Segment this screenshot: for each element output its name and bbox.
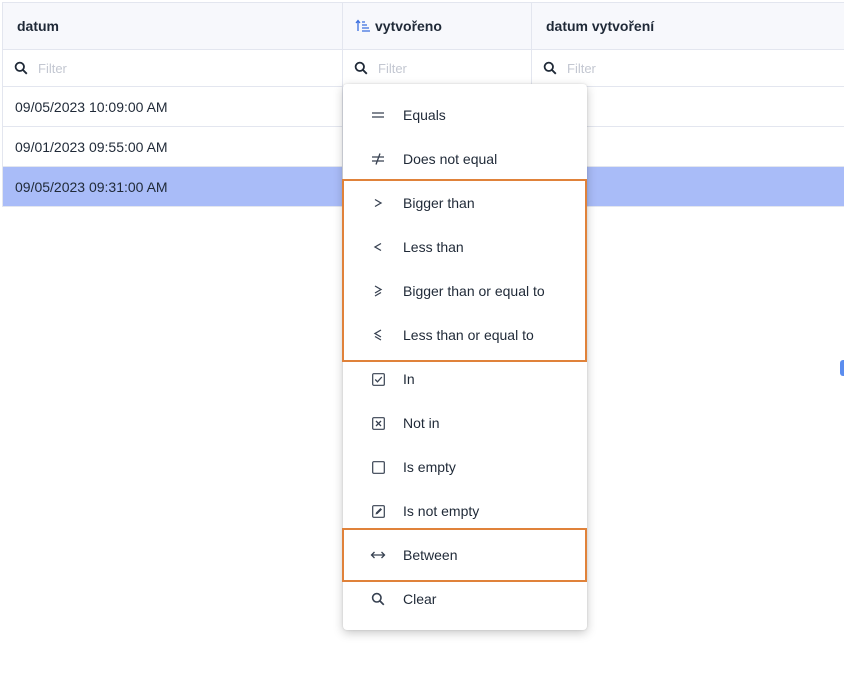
menu-item-label: Less than or equal to bbox=[403, 327, 534, 343]
column-header-label: vytvořeno bbox=[375, 18, 442, 34]
menu-item-between[interactable]: Between bbox=[343, 533, 587, 577]
filter-operator-menu: Equals Does not equal Bigger than Less t… bbox=[343, 84, 587, 630]
menu-item-bigger-than[interactable]: Bigger than bbox=[343, 181, 587, 225]
menu-item-label: In bbox=[403, 371, 415, 387]
column-header-datum-vytvoreni[interactable]: datum vytvoření bbox=[532, 3, 844, 49]
search-icon bbox=[370, 591, 386, 607]
cell-datum: 09/01/2023 09:55:00 AM bbox=[3, 127, 343, 166]
column-header-label: datum bbox=[17, 18, 59, 34]
column-header-label: datum vytvoření bbox=[546, 18, 655, 34]
search-icon[interactable] bbox=[542, 60, 558, 76]
less-or-equal-icon bbox=[370, 327, 386, 343]
menu-item-is-not-empty[interactable]: Is not empty bbox=[343, 489, 587, 533]
equals-icon bbox=[370, 107, 386, 123]
checkbox-checked-icon bbox=[370, 371, 386, 387]
menu-item-label: Between bbox=[403, 547, 458, 563]
filter-cell-datum bbox=[3, 50, 343, 86]
cell-datum: 09/05/2023 10:09:00 AM bbox=[3, 87, 343, 126]
menu-item-label: Is not empty bbox=[403, 503, 480, 519]
less-than-icon bbox=[370, 239, 386, 255]
menu-item-label: Less than bbox=[403, 239, 464, 255]
left-right-arrow-icon bbox=[370, 547, 386, 563]
menu-item-label: Bigger than or equal to bbox=[403, 283, 545, 299]
menu-item-not-in[interactable]: Not in bbox=[343, 401, 587, 445]
filter-cell-vytvoreno bbox=[343, 50, 532, 86]
menu-item-label: Not in bbox=[403, 415, 440, 431]
sort-ascending-icon[interactable] bbox=[355, 19, 371, 33]
menu-item-equals[interactable]: Equals bbox=[343, 93, 587, 137]
filter-cell-datum-vytvoreni bbox=[532, 50, 844, 86]
filter-row bbox=[3, 50, 844, 87]
filter-input-vytvoreno[interactable] bbox=[378, 60, 498, 76]
greater-than-icon bbox=[370, 195, 386, 211]
scroll-indicator bbox=[840, 360, 844, 376]
menu-item-bigger-than-or-equal[interactable]: Bigger than or equal to bbox=[343, 269, 587, 313]
menu-item-label: Does not equal bbox=[403, 151, 498, 167]
cell-datum: 09/05/2023 09:31:00 AM bbox=[3, 167, 343, 206]
menu-item-less-than[interactable]: Less than bbox=[343, 225, 587, 269]
not-equal-icon bbox=[370, 151, 386, 167]
checkbox-empty-icon bbox=[370, 459, 386, 475]
column-header-datum[interactable]: datum bbox=[3, 3, 343, 49]
menu-item-label: Equals bbox=[403, 107, 446, 123]
menu-item-less-than-or-equal[interactable]: Less than or equal to bbox=[343, 313, 587, 357]
grid-header: datum vytvořeno datum vytvoření bbox=[3, 2, 844, 50]
menu-item-label: Bigger than bbox=[403, 195, 475, 211]
search-icon[interactable] bbox=[13, 60, 29, 76]
menu-item-in[interactable]: In bbox=[343, 357, 587, 401]
filter-input-datum[interactable] bbox=[38, 60, 158, 76]
column-header-vytvoreno[interactable]: vytvořeno bbox=[343, 3, 532, 49]
greater-or-equal-icon bbox=[370, 283, 386, 299]
filter-input-datum-vytvoreni[interactable] bbox=[567, 60, 687, 76]
menu-item-is-empty[interactable]: Is empty bbox=[343, 445, 587, 489]
menu-item-label: Clear bbox=[403, 591, 437, 607]
menu-item-does-not-equal[interactable]: Does not equal bbox=[343, 137, 587, 181]
checkbox-x-icon bbox=[370, 415, 386, 431]
checkbox-edit-icon bbox=[370, 503, 386, 519]
search-icon[interactable] bbox=[353, 60, 369, 76]
menu-item-clear[interactable]: Clear bbox=[343, 577, 587, 621]
menu-item-label: Is empty bbox=[403, 459, 456, 475]
